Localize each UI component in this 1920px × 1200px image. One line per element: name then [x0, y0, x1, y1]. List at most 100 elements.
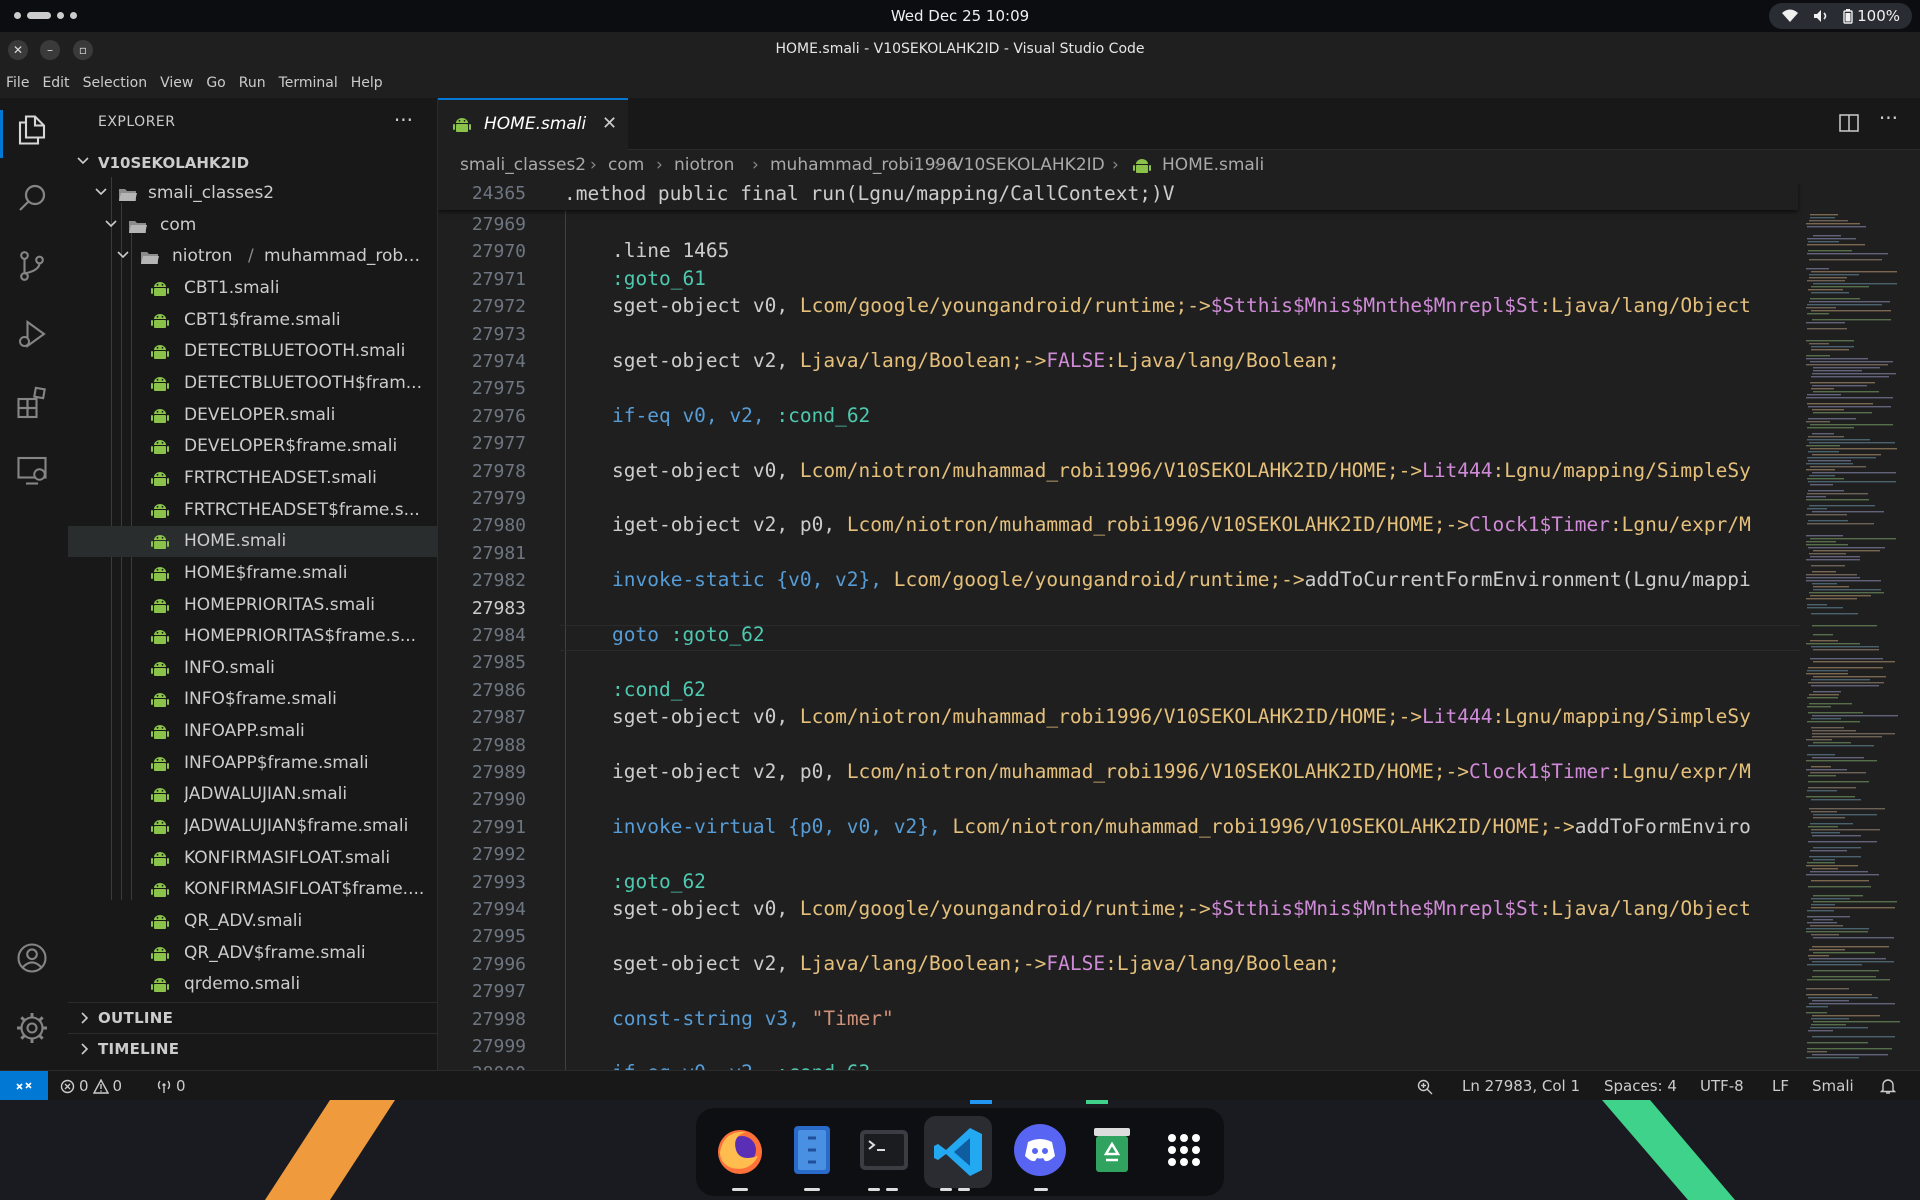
minimap-line — [1807, 523, 1874, 525]
explorer-view-button[interactable] — [14, 112, 54, 152]
menu-help[interactable]: Help — [351, 68, 390, 98]
remote-indicator-button[interactable] — [0, 1071, 48, 1101]
split-editor-icon[interactable] — [1838, 112, 1860, 134]
eol-setting[interactable]: LF — [1772, 1077, 1789, 1095]
file-item[interactable]: INFOAPP.smali — [68, 716, 437, 747]
tree-folder-smali-classes2[interactable]: smali_classes2 — [68, 178, 437, 209]
code-token: .line 1465 — [612, 239, 730, 263]
breadcrumb-item[interactable]: smali_classes2 — [460, 155, 586, 175]
problems-button[interactable]: 0 0 — [60, 1077, 122, 1095]
language-mode[interactable]: Smali — [1812, 1077, 1854, 1095]
breadcrumb-item[interactable]: V10SEKOLAHK2ID — [952, 155, 1105, 175]
accounts-button[interactable] — [14, 940, 54, 980]
breadcrumb-item[interactable]: com — [608, 155, 644, 175]
file-item[interactable]: JADWALUJIAN.smali — [68, 779, 437, 810]
terminal-app[interactable] — [856, 1122, 912, 1178]
remote-explorer-view-button[interactable] — [14, 452, 54, 492]
file-item[interactable]: DEVELOPER$frame.smali — [68, 431, 437, 462]
sticky-scroll-header[interactable]: 24365 .method public final run(Lgnu/mapp… — [438, 182, 1798, 210]
file-item[interactable]: qrdemo.smali — [68, 969, 437, 1000]
minimap-line — [1812, 373, 1896, 375]
file-item[interactable]: INFO$frame.smali — [68, 684, 437, 715]
tree-folder-niotron[interactable]: niotron / muhammad_robi19... — [68, 241, 437, 272]
zoom-icon[interactable] — [1416, 1078, 1434, 1096]
code-token: :Lgnu/mapping/SimpleSy — [1492, 458, 1751, 482]
tree-root-folder[interactable]: V10SEKOLAHK2ID — [68, 147, 437, 178]
minimap-line — [1813, 391, 1879, 393]
file-item[interactable]: HOMEPRIORITAS.smali — [68, 590, 437, 621]
android-icon — [151, 471, 169, 486]
minimap-line — [1809, 259, 1882, 261]
file-item[interactable]: CBT1$frame.smali — [68, 305, 437, 336]
file-item[interactable]: HOMEPRIORITAS$frame.s... — [68, 621, 437, 652]
explorer-more-actions-button[interactable]: ··· — [394, 108, 413, 132]
tab-home-smali[interactable]: HOME.smali ✕ — [438, 98, 628, 150]
run-debug-view-button[interactable] — [14, 316, 54, 356]
menu-edit[interactable]: Edit — [42, 68, 76, 98]
editor-more-actions-button[interactable]: ··· — [1879, 106, 1898, 130]
file-item[interactable]: QR_ADV.smali — [68, 906, 437, 937]
file-item[interactable]: INFOAPP$frame.smali — [68, 748, 437, 779]
chevron-down-icon — [77, 157, 89, 165]
minimap-line — [1813, 412, 1872, 414]
line-number: 27997 — [471, 981, 526, 1003]
notifications-bell-icon[interactable] — [1880, 1078, 1896, 1095]
search-view-button[interactable] — [14, 180, 54, 220]
file-item[interactable]: HOME.smali — [68, 526, 437, 558]
ports-count: 0 — [176, 1077, 186, 1095]
breadcrumb-item[interactable]: HOME.smali — [1162, 155, 1264, 175]
file-item[interactable]: DETECTBLUETOOTH.smali — [68, 336, 437, 367]
outline-section[interactable]: OUTLINE — [68, 1002, 437, 1032]
file-item[interactable]: JADWALUJIAN$frame.smali — [68, 811, 437, 842]
encoding-setting[interactable]: UTF-8 — [1700, 1077, 1744, 1095]
tree-folder-com[interactable]: com — [68, 210, 437, 241]
manage-button[interactable] — [14, 1010, 54, 1050]
minimap[interactable] — [1800, 210, 1910, 1070]
minimap-line — [1813, 634, 1833, 636]
menu-selection[interactable]: Selection — [83, 68, 155, 98]
trash-app[interactable] — [1084, 1122, 1140, 1178]
breadcrumb-item[interactable]: muhammad_robi1996 — [770, 155, 957, 175]
menu-file[interactable]: File — [6, 68, 36, 98]
close-tab-button[interactable]: ✕ — [602, 113, 617, 134]
menu-terminal[interactable]: Terminal — [279, 68, 345, 98]
menu-go[interactable]: Go — [206, 68, 232, 98]
menu-run[interactable]: Run — [239, 68, 273, 98]
running-indicator — [940, 1188, 952, 1191]
minimap-line — [1806, 769, 1847, 771]
file-item[interactable]: FRTRCTHEADSET$frame.s... — [68, 495, 437, 526]
code-editor[interactable]: 24365 .method public final run(Lgnu/mapp… — [438, 182, 1920, 1070]
breadcrumb-item[interactable]: niotron — [674, 155, 734, 175]
minimap-line — [1806, 307, 1836, 309]
file-item[interactable]: QR_ADV$frame.smali — [68, 938, 437, 969]
menu-view[interactable]: View — [160, 68, 200, 98]
file-item[interactable]: DEVELOPER.smali — [68, 400, 437, 431]
minimap-line — [1806, 496, 1826, 498]
files-app[interactable] — [784, 1122, 840, 1178]
extensions-view-button[interactable] — [14, 384, 54, 424]
file-item[interactable]: DETECTBLUETOOTH$fram... — [68, 368, 437, 399]
system-tray[interactable]: 100% — [1769, 3, 1912, 29]
minimap-line — [1807, 244, 1865, 246]
file-item[interactable]: KONFIRMASIFLOAT$frame.... — [68, 874, 437, 905]
line-number: 28000 — [438, 1063, 526, 1070]
file-item[interactable]: HOME$frame.smali — [68, 558, 437, 589]
cursor-position[interactable]: Ln 27983, Col 1 — [1462, 1077, 1580, 1095]
file-item[interactable]: KONFIRMASIFLOAT.smali — [68, 843, 437, 874]
file-item[interactable]: FRTRCTHEADSET.smali — [68, 463, 437, 494]
system-clock[interactable]: Wed Dec 25 10:09 — [0, 7, 1920, 25]
line-number: 27994 — [471, 899, 526, 920]
running-indicator — [804, 1188, 820, 1191]
discord-app[interactable] — [1012, 1122, 1068, 1178]
file-item[interactable]: INFO.smali — [68, 653, 437, 684]
firefox-app[interactable] — [712, 1122, 768, 1178]
line-number: 27972 — [471, 296, 526, 318]
indentation-setting[interactable]: Spaces: 4 — [1604, 1077, 1677, 1095]
timeline-section[interactable]: TIMELINE — [68, 1033, 437, 1063]
source-control-view-button[interactable] — [14, 248, 54, 288]
ports-button[interactable]: 0 — [156, 1077, 186, 1095]
vscode-app-active[interactable] — [924, 1116, 992, 1188]
file-item[interactable]: CBT1.smali — [68, 273, 437, 304]
app-grid-button[interactable] — [1156, 1122, 1212, 1178]
android-icon — [453, 118, 471, 132]
